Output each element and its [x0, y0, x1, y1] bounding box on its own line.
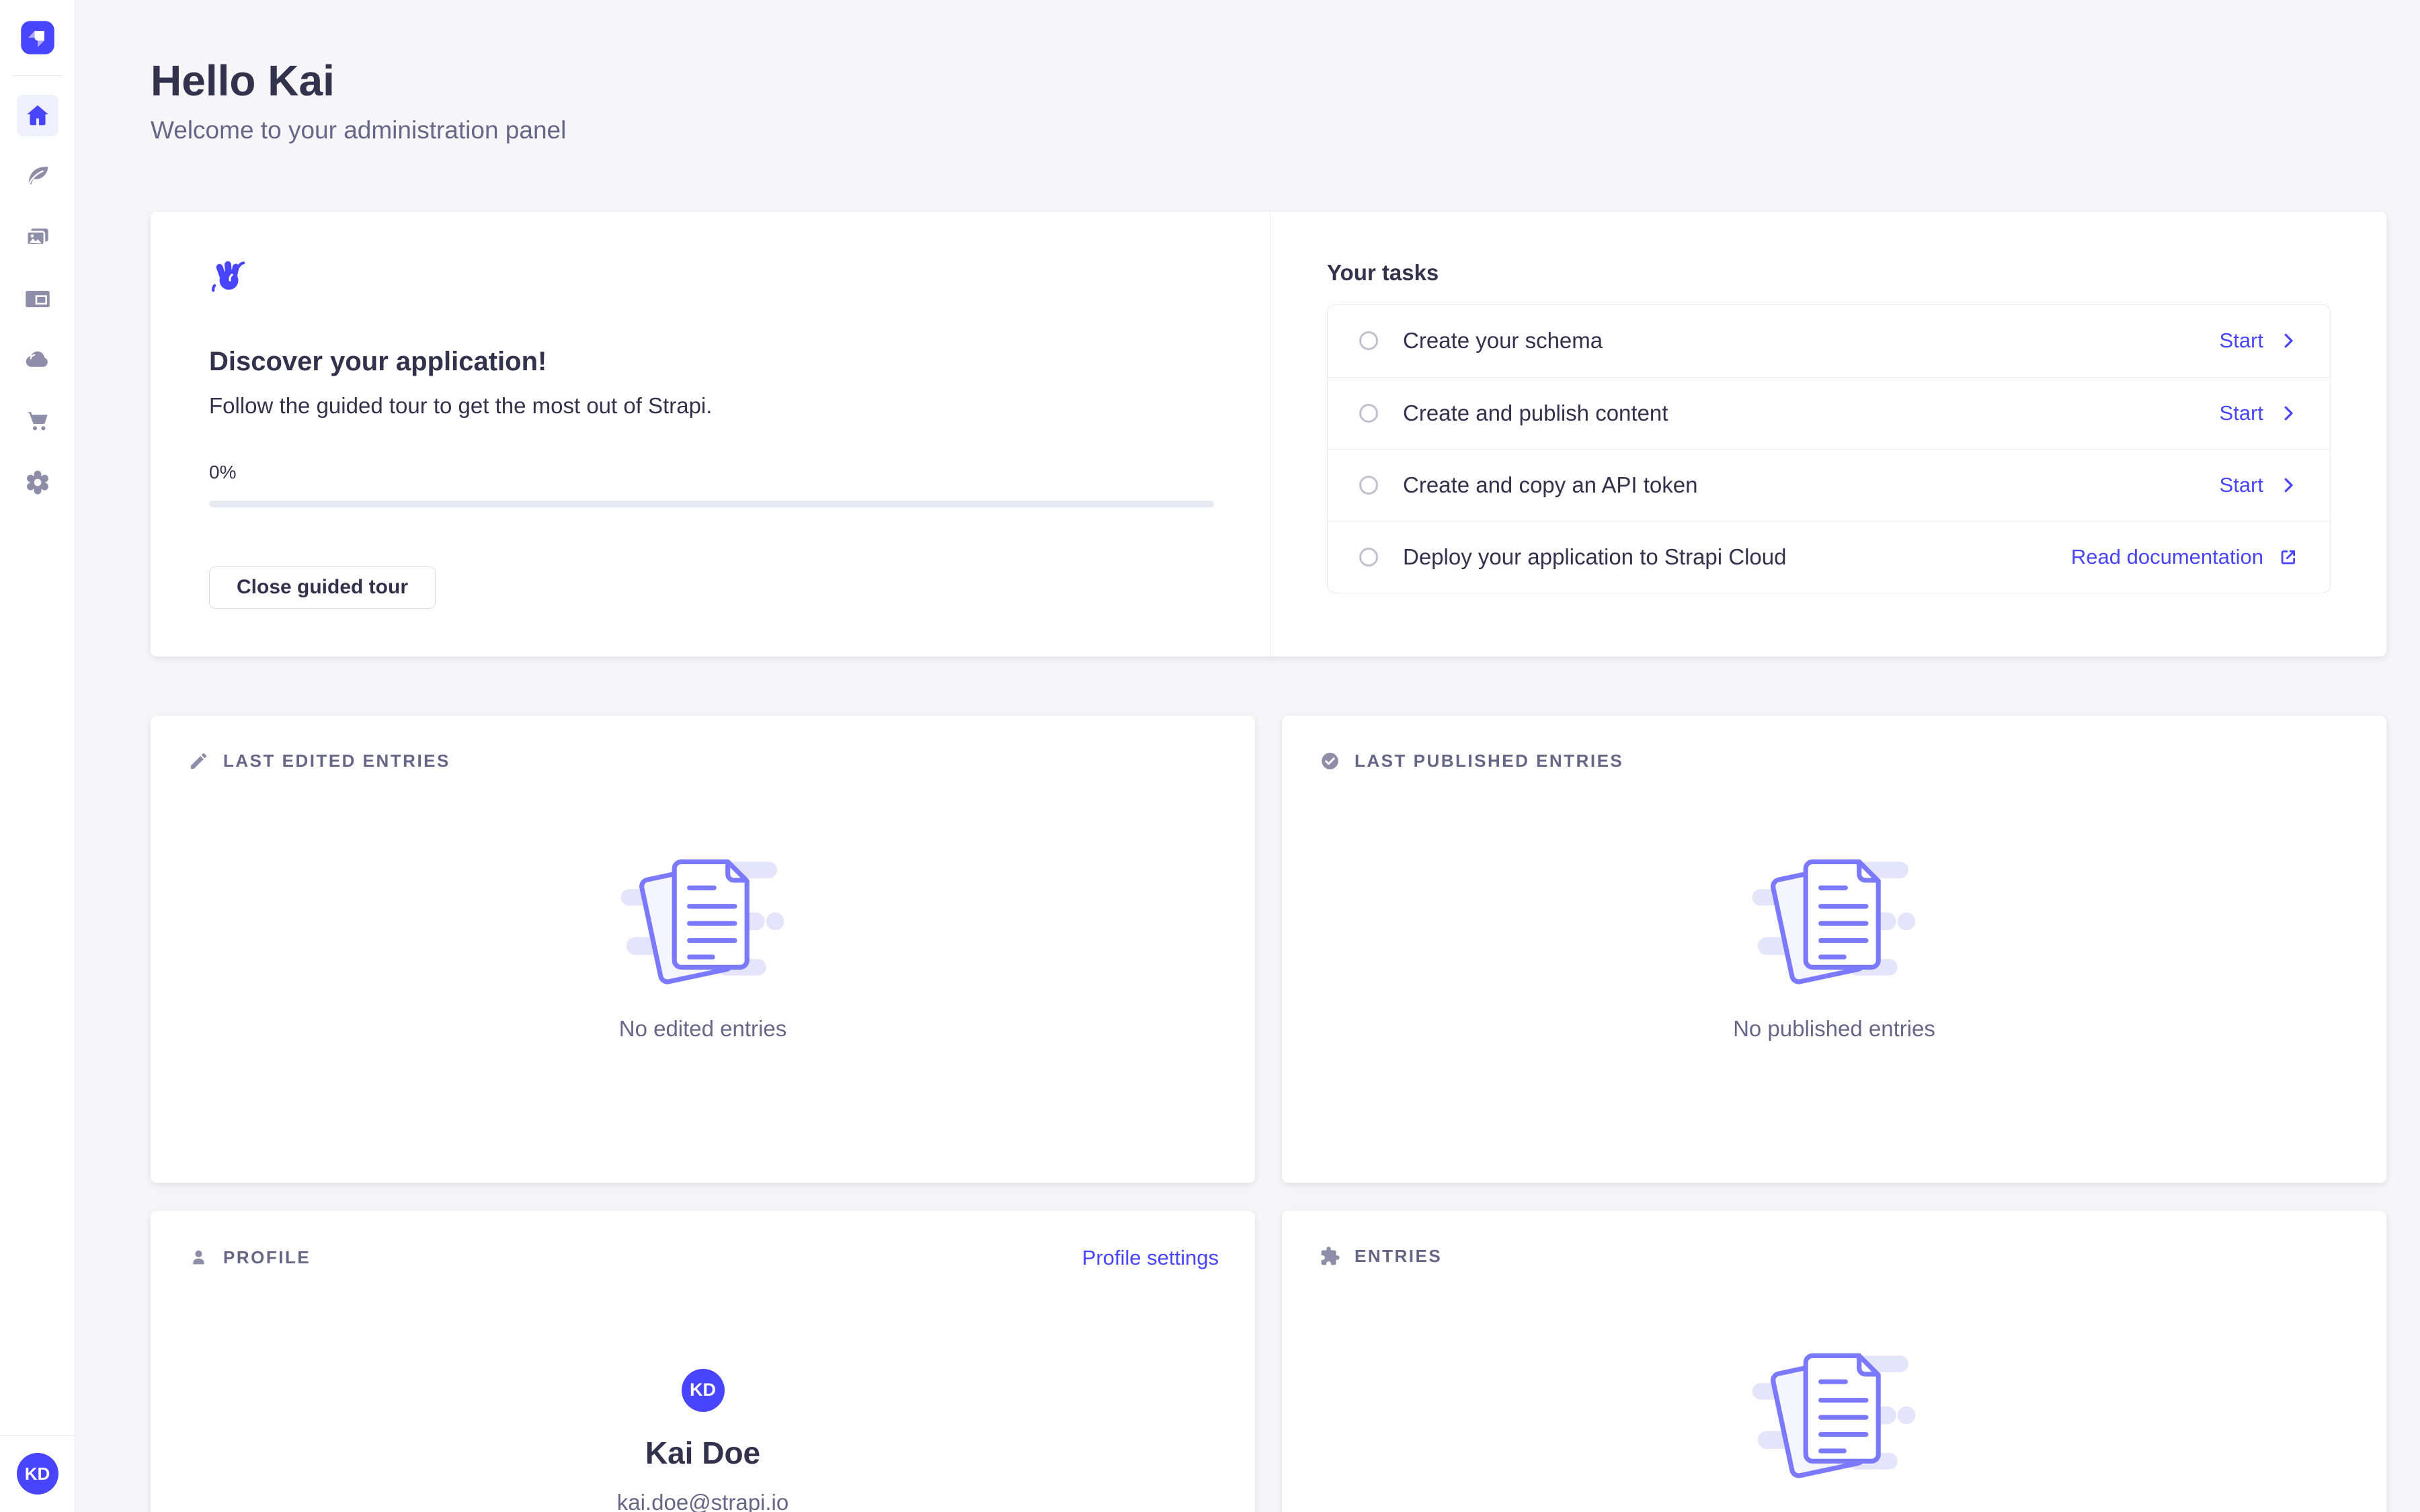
- documents-illustration: [1752, 1341, 1917, 1484]
- task-row-deploy-cloud[interactable]: Deploy your application to Strapi Cloud …: [1328, 521, 2330, 593]
- home-icon: [23, 101, 52, 130]
- check-circle-icon: [1320, 751, 1340, 771]
- card-title: PROFILE: [223, 1247, 311, 1268]
- sidebar-nav: [17, 95, 58, 503]
- sidebar-footer: KD: [0, 1435, 75, 1512]
- documents-illustration: [1752, 847, 1917, 991]
- task-status-circle: [1359, 476, 1378, 495]
- person-icon: [188, 1247, 209, 1268]
- sidebar-item-marketplace[interactable]: [17, 401, 58, 442]
- progress-bar: [209, 501, 1214, 507]
- task-status-circle: [1359, 548, 1378, 566]
- profile-name: Kai Doe: [645, 1435, 760, 1471]
- profile-avatar: KD: [682, 1369, 725, 1412]
- cloud-icon: [23, 345, 52, 375]
- task-status-circle: [1359, 404, 1378, 423]
- task-label: Create your schema: [1403, 328, 1603, 353]
- card-body: No edited entries: [151, 771, 1255, 1042]
- page-subtitle: Welcome to your administration panel: [151, 116, 2386, 144]
- chevron-right-icon: [2278, 403, 2298, 423]
- card-header: ENTRIES: [1282, 1211, 2386, 1267]
- strapi-logo[interactable]: [19, 19, 56, 56]
- sidebar-item-media-library[interactable]: [17, 217, 58, 259]
- card-body: KD Kai Doe kai.doe@strapi.io: [151, 1270, 1255, 1512]
- logo-area: [0, 0, 75, 75]
- user-avatar[interactable]: KD: [17, 1453, 58, 1495]
- widgets-grid: LAST EDITED ENTRIES No edited entries LA…: [151, 716, 2386, 1512]
- card-header: PROFILE Profile settings: [151, 1211, 1255, 1270]
- card-title: LAST PUBLISHED ENTRIES: [1355, 751, 1623, 771]
- sidebar: KD: [0, 0, 75, 1512]
- sidebar-footer-divider: [0, 1435, 75, 1436]
- empty-state-text: No published entries: [1733, 1016, 1935, 1042]
- task-action-label: Start: [2220, 473, 2263, 497]
- documents-illustration: [620, 847, 786, 991]
- task-start-link[interactable]: Start: [2220, 401, 2298, 425]
- sidebar-item-cloud[interactable]: [17, 339, 58, 381]
- empty-state-text: No edited entries: [619, 1016, 787, 1042]
- task-row-api-token[interactable]: Create and copy an API token Start: [1328, 449, 2330, 521]
- strapi-logo-icon: [19, 19, 56, 56]
- card-header: LAST PUBLISHED ENTRIES: [1282, 716, 2386, 771]
- chevron-right-icon: [2278, 331, 2298, 351]
- wave-hand-icon: [209, 257, 248, 296]
- page-title: Hello Kai: [151, 55, 2386, 107]
- read-documentation-link[interactable]: Read documentation: [2071, 545, 2298, 569]
- chevron-right-icon: [2278, 475, 2298, 495]
- task-list: Create your schema Start Create and publ…: [1327, 304, 2331, 593]
- layout-icon: [23, 284, 52, 314]
- last-edited-entries-card: LAST EDITED ENTRIES No edited entries: [151, 716, 1255, 1183]
- guided-tour-card: Discover your application! Follow the gu…: [151, 212, 2386, 657]
- pencil-icon: [188, 751, 209, 771]
- profile-card: PROFILE Profile settings KD Kai Doe kai.…: [151, 1211, 1255, 1512]
- guided-tour-title: Discover your application!: [209, 347, 1209, 377]
- task-start-link[interactable]: Start: [2220, 473, 2298, 497]
- tasks-title: Your tasks: [1327, 260, 2331, 286]
- card-header: LAST EDITED ENTRIES: [151, 716, 1255, 771]
- card-body: No published entries: [1282, 771, 2386, 1042]
- last-published-entries-card: LAST PUBLISHED ENTRIES No published entr…: [1282, 716, 2386, 1183]
- profile-email: kai.doe@strapi.io: [617, 1490, 789, 1512]
- app-root: KD Hello Kai Welcome to your administrat…: [0, 0, 2420, 1512]
- sidebar-item-content-type-builder[interactable]: [17, 278, 58, 320]
- sidebar-item-home[interactable]: [17, 95, 58, 136]
- feather-icon: [23, 162, 52, 192]
- external-link-icon: [2278, 547, 2298, 567]
- task-row-publish-content[interactable]: Create and publish content Start: [1328, 377, 2330, 449]
- sidebar-item-settings[interactable]: [17, 462, 58, 503]
- task-status-circle: [1359, 331, 1378, 350]
- cart-icon: [23, 407, 52, 436]
- close-guided-tour-button[interactable]: Close guided tour: [209, 566, 436, 609]
- page-header: Hello Kai Welcome to your administration…: [151, 55, 2386, 144]
- guided-tour-section: Discover your application! Follow the gu…: [151, 212, 1270, 657]
- task-label: Create and copy an API token: [1403, 472, 1697, 498]
- gear-icon: [23, 468, 52, 497]
- card-title: LAST EDITED ENTRIES: [223, 751, 450, 771]
- puzzle-icon: [1320, 1246, 1340, 1267]
- media-library-icon: [23, 223, 52, 253]
- main-content: Hello Kai Welcome to your administration…: [75, 0, 2420, 1512]
- profile-settings-link[interactable]: Profile settings: [1082, 1246, 1219, 1270]
- task-action-label: Start: [2220, 401, 2263, 425]
- task-start-link[interactable]: Start: [2220, 329, 2298, 353]
- task-row-create-schema[interactable]: Create your schema Start: [1328, 305, 2330, 377]
- card-body: No published entries: [1282, 1267, 2386, 1512]
- sidebar-item-content-manager[interactable]: [17, 156, 58, 198]
- card-title: ENTRIES: [1355, 1246, 1442, 1267]
- tasks-section: Your tasks Create your schema Start: [1270, 212, 2386, 657]
- task-action-label: Start: [2220, 329, 2263, 353]
- task-label: Create and publish content: [1403, 401, 1668, 426]
- task-action-label: Read documentation: [2071, 545, 2263, 569]
- sidebar-divider: [12, 75, 63, 76]
- task-label: Deploy your application to Strapi Cloud: [1403, 544, 1787, 570]
- guided-tour-subtitle: Follow the guided tour to get the most o…: [209, 393, 1209, 419]
- progress-percent-label: 0%: [209, 462, 1209, 483]
- entries-card: ENTRIES No published entries: [1282, 1211, 2386, 1512]
